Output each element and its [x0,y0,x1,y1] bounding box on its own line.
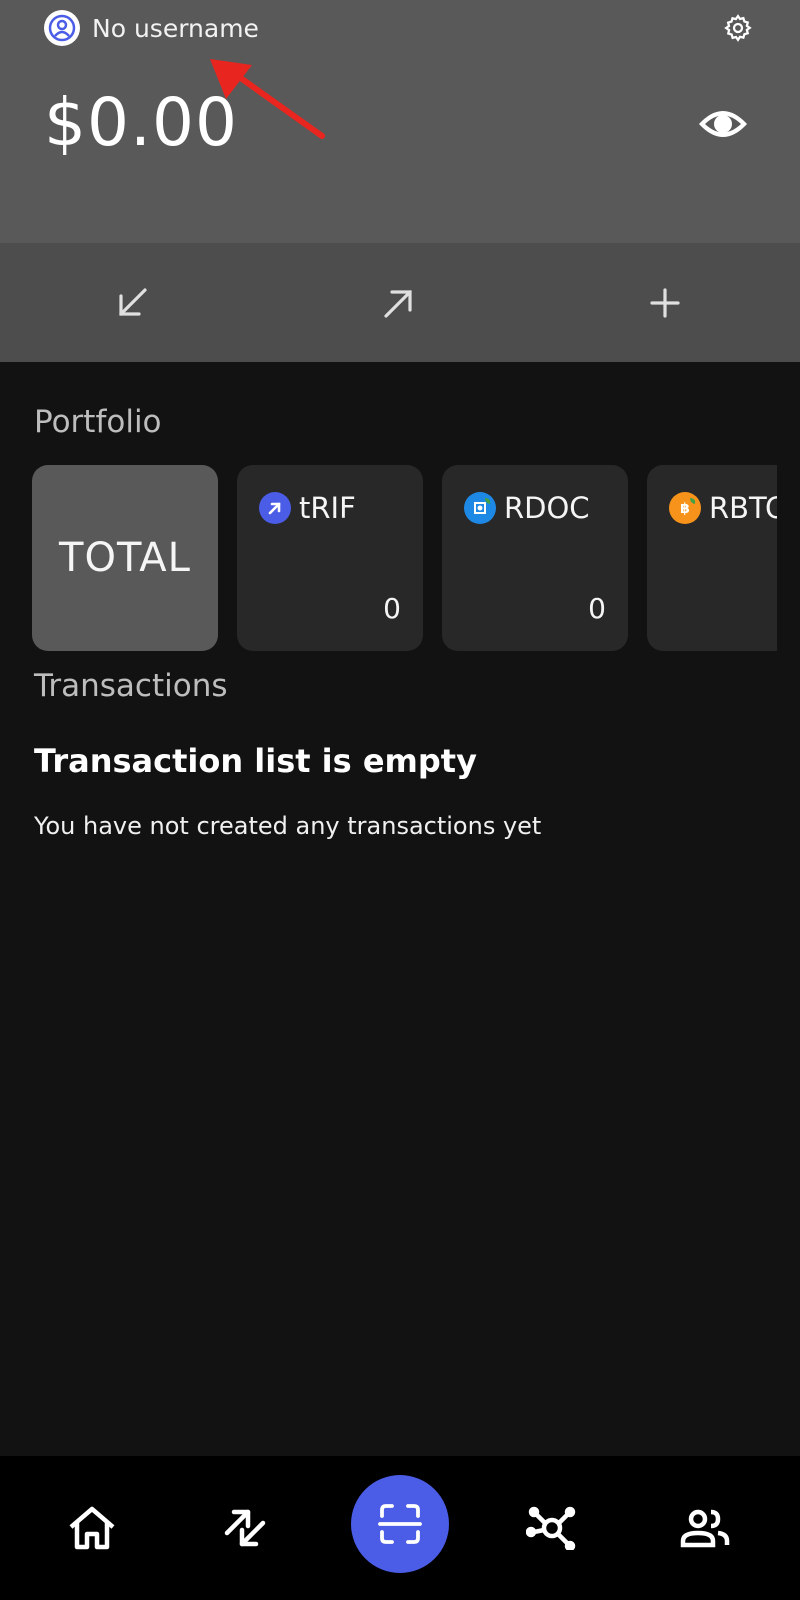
portfolio-title: Portfolio [34,404,162,440]
token-name: tRIF [299,491,356,525]
action-bar [0,243,800,362]
scan-button[interactable] [351,1475,449,1573]
receive-arrow-icon[interactable] [100,271,164,335]
total-card[interactable]: TOTAL [32,465,218,651]
settings-gear-icon[interactable] [720,10,756,46]
svg-text:฿: ฿ [680,501,690,517]
token-card-rdoc[interactable]: RDOC 0 [442,465,628,651]
home-icon[interactable] [60,1496,124,1560]
token-amount: 0 [383,592,401,625]
token-card-trif[interactable]: tRIF 0 [237,465,423,651]
token-card-rbtc[interactable]: ฿ RBTC 0 [647,465,777,651]
empty-state-title: Transaction list is empty [34,742,477,780]
eye-icon[interactable] [694,100,752,148]
rbtc-token-icon: ฿ [669,492,701,524]
token-name: RBTC [709,491,777,525]
plus-icon[interactable] [633,271,697,335]
total-label: TOTAL [59,535,191,581]
scan-icon [378,1504,422,1544]
transactions-title: Transactions [34,668,228,704]
wallet-header: No username $0.00 [0,0,800,243]
trif-token-icon [259,492,291,524]
token-amount: 0 [588,592,606,625]
network-icon[interactable] [520,1496,584,1560]
empty-state-subtitle: You have not created any transactions ye… [34,812,542,840]
contacts-icon[interactable] [673,1496,737,1560]
portfolio-cards: TOTAL tRIF 0 RDOC 0 ฿ RBTC [32,465,777,651]
avatar-icon[interactable] [44,10,80,46]
profile-row[interactable]: No username [44,10,259,46]
username-label[interactable]: No username [92,14,259,43]
wallet-screen: No username $0.00 Portfolio TOTAL tRIF 0… [0,0,800,1600]
transfer-icon[interactable] [213,1496,277,1560]
bottom-nav [0,1456,800,1600]
send-arrow-icon[interactable] [367,271,431,335]
token-name: RDOC [504,491,590,525]
rdoc-token-icon [464,492,496,524]
annotation-arrow-icon [210,59,325,139]
